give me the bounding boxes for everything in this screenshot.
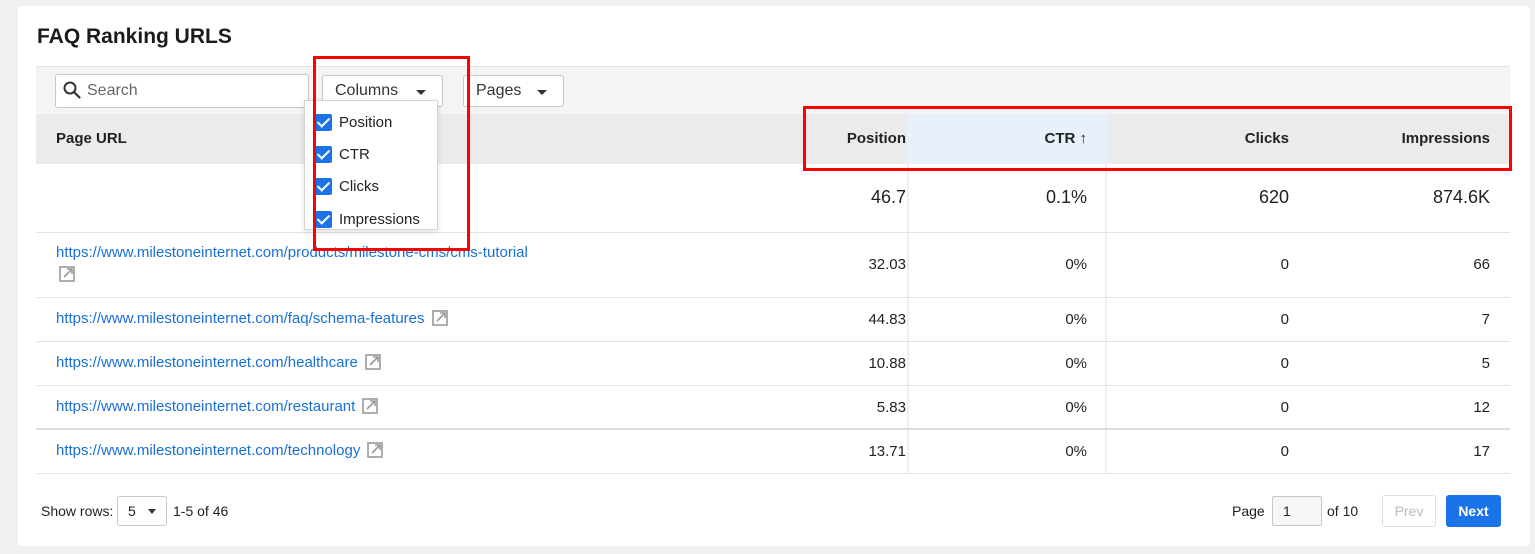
- row-range-text: 1-5 of 46: [173, 503, 229, 519]
- prev-page-button[interactable]: Prev: [1382, 495, 1436, 527]
- table-row: https://www.milestoneinternet.com/restau…: [36, 386, 1510, 430]
- caret-down-icon: [148, 509, 156, 514]
- column-toggle-position[interactable]: Position: [315, 110, 392, 134]
- caret-down-icon: [416, 90, 426, 95]
- rows-per-page-select[interactable]: 5: [117, 496, 167, 526]
- external-link-icon[interactable]: [361, 397, 379, 415]
- cell-position: 32.03: [868, 256, 906, 273]
- page-url-link[interactable]: https://www.milestoneinternet.com/produc…: [56, 242, 696, 286]
- cell-clicks: 0: [1280, 399, 1289, 416]
- total-ctr: 0.1%: [1045, 187, 1087, 207]
- table-row: https://www.milestoneinternet.com/techno…: [36, 430, 1510, 474]
- column-header-position[interactable]: Position: [806, 114, 906, 164]
- cell-ctr: 0%: [1065, 443, 1087, 460]
- total-position: 46.7: [870, 187, 906, 207]
- column-header-page-url[interactable]: Page URL: [56, 114, 127, 164]
- faq-ranking-card: FAQ Ranking URLS Columns Pages Page URL …: [18, 6, 1530, 546]
- column-header-ctr[interactable]: CTR ↑: [907, 114, 1107, 164]
- cell-position: 10.88: [868, 355, 906, 372]
- page-label: Page: [1232, 503, 1265, 519]
- external-link-icon[interactable]: [431, 309, 449, 327]
- cell-impressions: 17: [1473, 443, 1490, 460]
- table-row: https://www.milestoneinternet.com/produc…: [36, 233, 1510, 298]
- search-input[interactable]: [55, 74, 309, 108]
- column-header-impressions[interactable]: Impressions: [1307, 114, 1510, 164]
- cell-ctr: 0%: [1065, 355, 1087, 372]
- external-link-icon[interactable]: [58, 265, 76, 283]
- totals-row: 46.7 0.1% 620 874.6K: [36, 164, 1510, 233]
- page-number-input[interactable]: [1272, 496, 1322, 526]
- cell-ctr: 0%: [1065, 256, 1087, 273]
- column-toggle-clicks[interactable]: Clicks: [315, 174, 379, 198]
- table-row: https://www.milestoneinternet.com/faq/sc…: [36, 298, 1510, 342]
- columns-dropdown-menu: Position CTR Clicks Impressions: [304, 100, 438, 230]
- page-url-link[interactable]: https://www.milestoneinternet.com/techno…: [56, 440, 384, 462]
- cell-position: 44.83: [868, 311, 906, 328]
- page-url-text: https://www.milestoneinternet.com/restau…: [56, 398, 356, 415]
- rows-per-page-value: 5: [128, 503, 136, 519]
- page-url-text: https://www.milestoneinternet.com/health…: [56, 354, 358, 371]
- page-url-link[interactable]: https://www.milestoneinternet.com/restau…: [56, 396, 379, 418]
- column-toggle-label: CTR: [339, 145, 370, 163]
- column-toggle-ctr[interactable]: CTR: [315, 142, 370, 166]
- next-page-button[interactable]: Next: [1446, 495, 1501, 527]
- cell-impressions: 7: [1481, 311, 1490, 328]
- page-url-text: https://www.milestoneinternet.com/produc…: [56, 244, 528, 261]
- page-url-text: https://www.milestoneinternet.com/techno…: [56, 442, 361, 459]
- cell-impressions: 5: [1481, 355, 1490, 372]
- pages-dropdown-button[interactable]: Pages: [463, 75, 564, 107]
- total-clicks: 620: [1258, 187, 1289, 207]
- external-link-icon[interactable]: [366, 441, 384, 459]
- column-toggle-label: Impressions: [339, 210, 420, 228]
- column-toggle-impressions[interactable]: Impressions: [315, 207, 420, 231]
- page-url-link[interactable]: https://www.milestoneinternet.com/health…: [56, 352, 382, 374]
- page-title: FAQ Ranking URLS: [37, 25, 232, 48]
- checkbox-checked-icon[interactable]: [315, 177, 332, 195]
- checkbox-checked-icon[interactable]: [315, 113, 332, 131]
- cell-clicks: 0: [1280, 443, 1289, 460]
- cell-clicks: 0: [1280, 355, 1289, 372]
- cell-impressions: 12: [1473, 399, 1490, 416]
- column-header-clicks[interactable]: Clicks: [1107, 114, 1307, 164]
- cell-ctr: 0%: [1065, 399, 1087, 416]
- cell-impressions: 66: [1473, 256, 1490, 273]
- page-count-text: of 10: [1327, 503, 1359, 519]
- external-link-icon[interactable]: [364, 353, 382, 371]
- checkbox-checked-icon[interactable]: [315, 145, 332, 163]
- cell-position: 13.71: [868, 443, 906, 460]
- checkbox-checked-icon[interactable]: [315, 210, 332, 228]
- cell-position: 5.83: [876, 399, 906, 416]
- page-url-text: https://www.milestoneinternet.com/faq/sc…: [56, 310, 425, 327]
- cell-clicks: 0: [1280, 256, 1289, 273]
- caret-down-icon: [537, 90, 547, 95]
- table-toolbar: Columns Pages: [36, 66, 1510, 114]
- column-toggle-label: Clicks: [339, 177, 379, 195]
- total-impressions: 874.6K: [1432, 187, 1490, 207]
- columns-button-label: Columns: [335, 82, 399, 99]
- column-toggle-label: Position: [339, 113, 393, 131]
- pages-button-label: Pages: [476, 82, 522, 99]
- cell-clicks: 0: [1280, 311, 1289, 328]
- table-header: Page URL Position CTR ↑ Clicks Impressio…: [36, 114, 1510, 164]
- cell-ctr: 0%: [1065, 311, 1087, 328]
- page-url-link[interactable]: https://www.milestoneinternet.com/faq/sc…: [56, 308, 449, 330]
- table-row: https://www.milestoneinternet.com/health…: [36, 342, 1510, 386]
- show-rows-label: Show rows:: [41, 503, 114, 519]
